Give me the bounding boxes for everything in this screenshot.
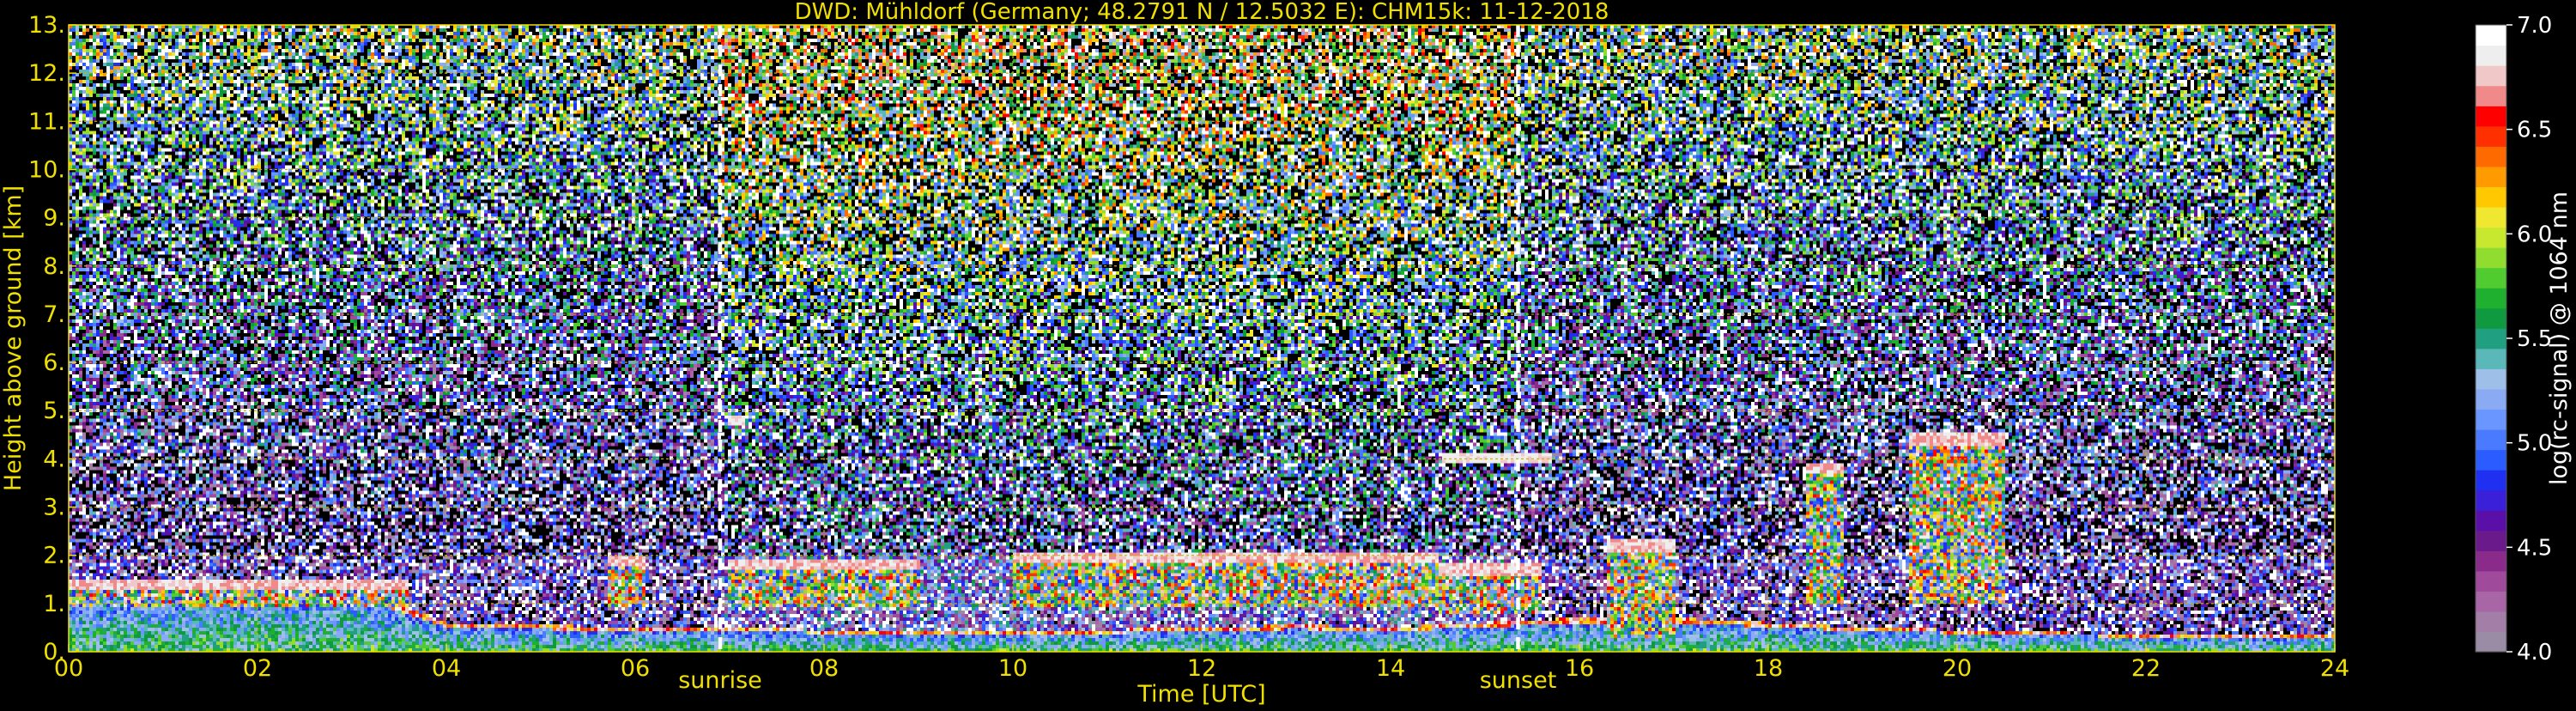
y-tick-label: 3.	[43, 495, 65, 521]
x-tick-label: 12	[1187, 655, 1216, 682]
colorbar-tick-label: 4.5	[2517, 535, 2552, 561]
colorbar-label: log(rc-signal) @ 1064 nm	[2546, 191, 2573, 485]
colorbar-segment	[2476, 267, 2506, 289]
x-tick-label: 04	[432, 655, 461, 682]
chart-title: DWD: Mühldorf (Germany; 48.2791 N / 12.5…	[795, 0, 1609, 25]
y-tick-label: 7.	[43, 301, 65, 328]
colorbar-segment	[2476, 368, 2506, 390]
x-tick-label: 24	[2320, 655, 2349, 682]
colorbar-segment	[2476, 328, 2506, 349]
colorbar-segment	[2476, 288, 2506, 309]
colorbar-segment	[2476, 388, 2506, 410]
colorbar	[2475, 24, 2507, 653]
colorbar-segment	[2476, 186, 2506, 208]
colorbar-segment	[2476, 409, 2506, 430]
colorbar-tick-label: 7.0	[2517, 13, 2552, 39]
colorbar-segment	[2476, 449, 2506, 471]
x-tick-label: 02	[243, 655, 272, 682]
y-tick-label: 12.	[28, 60, 65, 87]
colorbar-segment	[2476, 166, 2506, 187]
colorbar-segment	[2476, 106, 2506, 127]
colorbar-segment	[2476, 247, 2506, 269]
colorbar-segment	[2476, 470, 2506, 491]
x-tick-label: 16	[1565, 655, 1594, 682]
colorbar-segment	[2476, 348, 2506, 369]
y-tick-label: 9.	[43, 205, 65, 232]
ceilometer-plot: sunrise sunset 00 02 04 06 08 10 12 14 16 18 20 22 24…	[0, 0, 2576, 708]
y-axis-label: Height above ground [km]	[0, 185, 27, 491]
chart-svg: sunrise sunset 00 02 04 06 08 10 12 14 16 18 20 22 24…	[0, 0, 2573, 708]
colorbar-segment	[2476, 125, 2506, 147]
y-tick-label: 0.	[43, 639, 65, 665]
x-tick-label: 22	[2131, 655, 2161, 682]
x-tick-label: 18	[1754, 655, 1783, 682]
colorbar-segment	[2476, 206, 2506, 228]
colorbar-segment	[2476, 631, 2506, 653]
colorbar-segment	[2476, 65, 2506, 87]
event-label-sunset: sunset	[1480, 667, 1557, 694]
x-tick-label: 10	[998, 655, 1027, 682]
colorbar-segment	[2476, 510, 2506, 532]
y-tick-label: 2.	[43, 543, 65, 569]
colorbar-segment	[2476, 591, 2506, 612]
colorbar-tick-label: 6.5	[2517, 118, 2552, 143]
colorbar-segment	[2476, 45, 2506, 66]
colorbar-segment	[2476, 85, 2506, 106]
colorbar-tick-label: 4.0	[2517, 640, 2552, 665]
colorbar-segment	[2476, 570, 2506, 592]
colorbar-segment	[2476, 611, 2506, 633]
y-tick-label: 13.	[28, 12, 65, 39]
x-tick-label: 06	[621, 655, 650, 682]
x-tick-label: 08	[809, 655, 839, 682]
x-axis-label: Time [UTC]	[1136, 681, 1265, 708]
y-tick-label: 11.	[28, 108, 65, 135]
x-tick-label: 14	[1376, 655, 1405, 682]
colorbar-segment	[2476, 307, 2506, 329]
y-tick-label: 4.	[43, 446, 65, 472]
y-tick-label: 6.	[43, 349, 65, 376]
colorbar-segment	[2476, 489, 2506, 511]
colorbar-segment	[2476, 227, 2506, 248]
colorbar-segment	[2476, 146, 2506, 167]
y-tick-label: 5.	[43, 398, 65, 424]
colorbar-segment	[2476, 530, 2506, 551]
y-tick-label: 8.	[43, 253, 65, 280]
y-tick-label: 10.	[28, 156, 65, 183]
colorbar-segment	[2476, 428, 2506, 451]
colorbar-segment	[2476, 25, 2506, 46]
y-tick-label: 1.	[43, 591, 65, 617]
x-tick-label: 20	[1943, 655, 1972, 682]
colorbar-segment	[2476, 550, 2506, 572]
event-label-sunrise: sunrise	[678, 667, 762, 694]
